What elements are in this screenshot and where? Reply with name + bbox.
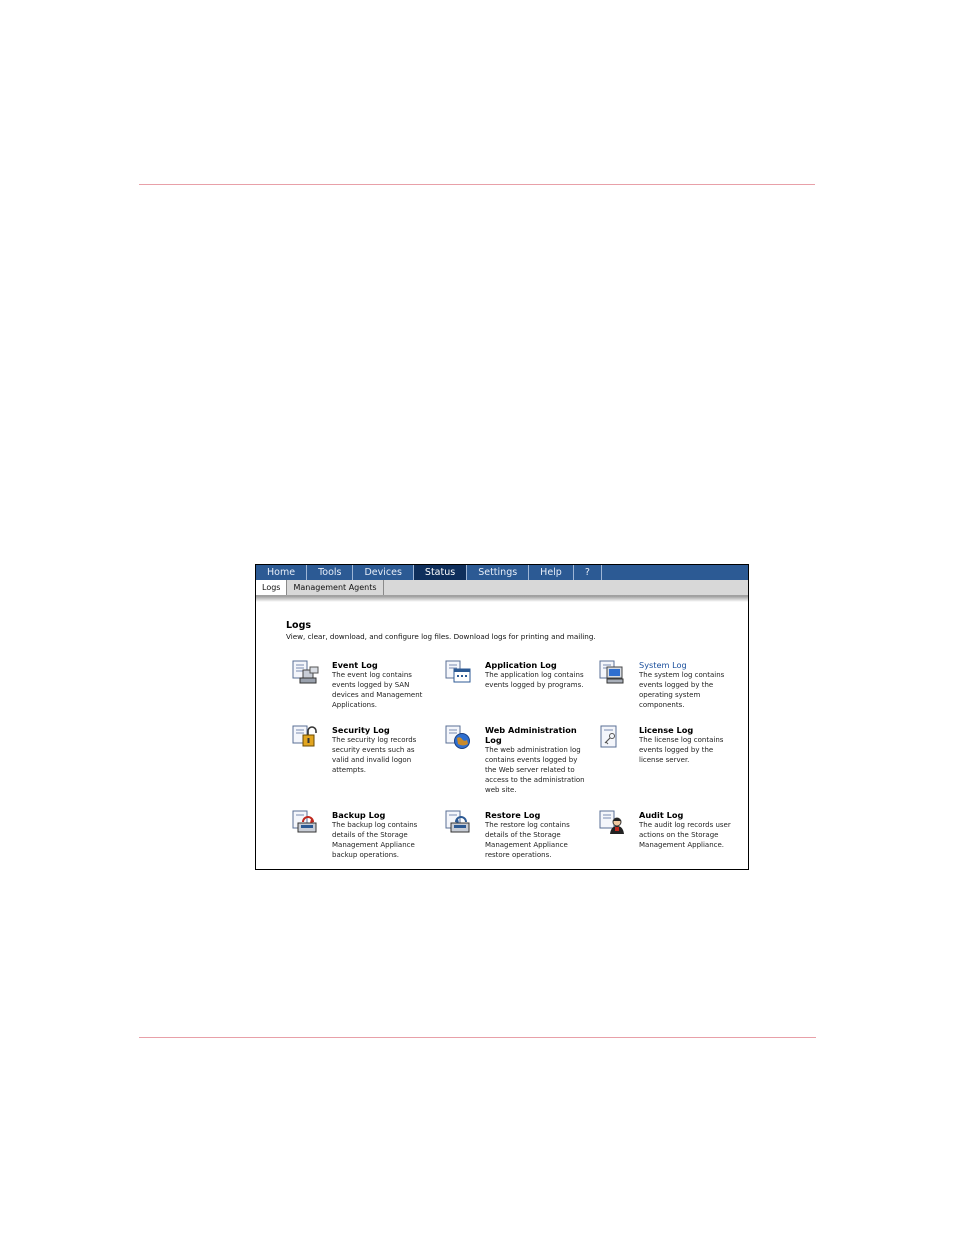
log-item-web-administration[interactable]: Web Administration Log The web administr…: [445, 725, 595, 795]
page-footer-rule: [139, 1037, 816, 1038]
subtab-management-agents[interactable]: Management Agents: [287, 580, 384, 595]
tab-home[interactable]: Home: [256, 565, 308, 580]
license-log-description: The license log contains events logged b…: [639, 736, 724, 764]
log-item-event[interactable]: Event Log The event log contains events …: [292, 660, 442, 730]
audit-log-icon: [599, 810, 624, 834]
log-item-restore[interactable]: Restore Log The restore log contains det…: [445, 810, 595, 869]
tab-tools[interactable]: Tools: [307, 565, 354, 580]
logs-screenshot: Home Tools Devices Status Settings Help …: [255, 564, 749, 870]
security-log-description: The security log records security events…: [332, 736, 417, 774]
web-administration-log-icon: [445, 725, 470, 749]
main-nav: Home Tools Devices Status Settings Help …: [256, 565, 748, 580]
backup-log-link[interactable]: Backup Log: [332, 810, 442, 820]
restore-log-link[interactable]: Restore Log: [485, 810, 595, 820]
log-item-license[interactable]: License Log The license log contains eve…: [599, 725, 748, 795]
system-log-link[interactable]: System Log: [639, 660, 748, 670]
license-log-icon: [600, 725, 617, 748]
backup-log-description: The backup log contains details of the S…: [332, 821, 418, 859]
log-item-security[interactable]: Security Log The security log records se…: [292, 725, 442, 795]
event-log-link[interactable]: Event Log: [332, 660, 442, 670]
tab-help[interactable]: Help: [529, 565, 574, 580]
security-log-icon: [292, 725, 317, 747]
web-administration-log-link[interactable]: Web Administration Log: [485, 725, 595, 745]
system-log-description: The system log contains events logged by…: [639, 671, 725, 709]
system-log-icon: [599, 660, 624, 684]
log-item-audit[interactable]: Audit Log The audit log records user act…: [599, 810, 748, 869]
tab-status[interactable]: Status: [413, 565, 468, 580]
application-log-description: The application log contains events logg…: [485, 671, 584, 689]
license-log-link[interactable]: License Log: [639, 725, 748, 735]
restore-log-description: The restore log contains details of the …: [485, 821, 570, 859]
subnav-shadow: [256, 596, 748, 602]
log-item-system[interactable]: System Log The system log contains event…: [599, 660, 748, 730]
application-log-icon: [445, 660, 471, 683]
tab-settings[interactable]: Settings: [467, 565, 530, 580]
page-header-rule: [139, 184, 815, 185]
tab-about[interactable]: ?: [574, 565, 602, 580]
restore-log-icon: [445, 810, 470, 833]
sub-nav: Logs Management Agents: [256, 580, 748, 596]
log-item-backup[interactable]: Backup Log The backup log contains detai…: [292, 810, 442, 869]
event-log-description: The event log contains events logged by …: [332, 671, 423, 709]
page-description: View, clear, download, and configure log…: [286, 632, 596, 641]
audit-log-link[interactable]: Audit Log: [639, 810, 748, 820]
backup-log-icon: [292, 810, 317, 833]
web-administration-log-description: The web administration log contains even…: [485, 746, 585, 794]
page-title: Logs: [286, 620, 312, 631]
application-log-link[interactable]: Application Log: [485, 660, 595, 670]
event-log-icon: [292, 660, 319, 684]
subtab-logs[interactable]: Logs: [256, 580, 288, 595]
log-item-application[interactable]: Application Log The application log cont…: [445, 660, 595, 730]
tab-devices[interactable]: Devices: [353, 565, 414, 580]
audit-log-description: The audit log records user actions on th…: [639, 821, 731, 849]
security-log-link[interactable]: Security Log: [332, 725, 442, 735]
